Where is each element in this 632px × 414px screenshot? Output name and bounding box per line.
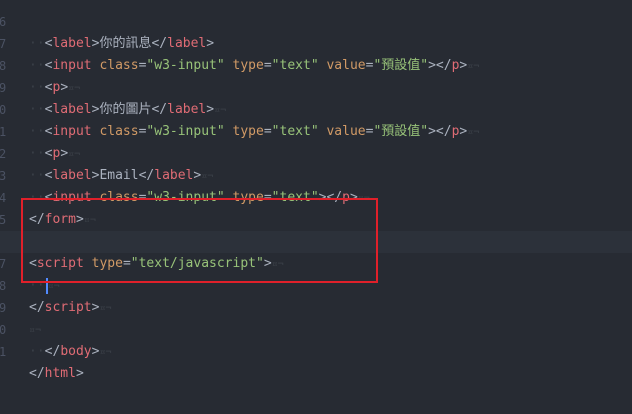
code-line[interactable]: 9 ¤¬	[0, 275, 632, 336]
code-line-active[interactable]: 7 ·· ¤¬	[0, 231, 632, 294]
code-editor[interactable]: 6 ··<label>你的訊息</label> 7 ··<input class…	[0, 0, 632, 414]
code-line[interactable]: 3 ··<input class="w3-input" type="text">…	[0, 143, 632, 205]
code-line[interactable]: 7 ··<input class="w3-input" type="text" …	[0, 11, 632, 73]
code-line[interactable]: 1 </html>	[0, 319, 632, 381]
code-line[interactable]: 1 ··<p>¤¬	[0, 99, 632, 161]
code-line[interactable]: 8 ··<p>¤¬	[0, 33, 632, 95]
code-line[interactable]: 2 ··<label>Email</label>¤¬	[0, 121, 632, 183]
code-line[interactable]: 0 ··<input class="w3-input" type="text" …	[0, 77, 632, 139]
code-line[interactable]: 4 </form>¤¬	[0, 165, 632, 227]
code-line[interactable]: 9 ··<label>你的圖片</label>¤¬	[0, 55, 632, 117]
code-line[interactable]: 6 <script type="text/javascript">¤¬	[0, 209, 632, 271]
line-number: 1	[0, 345, 7, 359]
code-line[interactable]: 5 ¤¬	[0, 187, 632, 248]
code-line[interactable]: 6 ··<label>你的訊息</label>	[0, 0, 632, 51]
code-line[interactable]: 0 ··</body>¤¬	[0, 297, 632, 359]
code-line[interactable]: 8 </script>¤¬	[0, 253, 632, 315]
